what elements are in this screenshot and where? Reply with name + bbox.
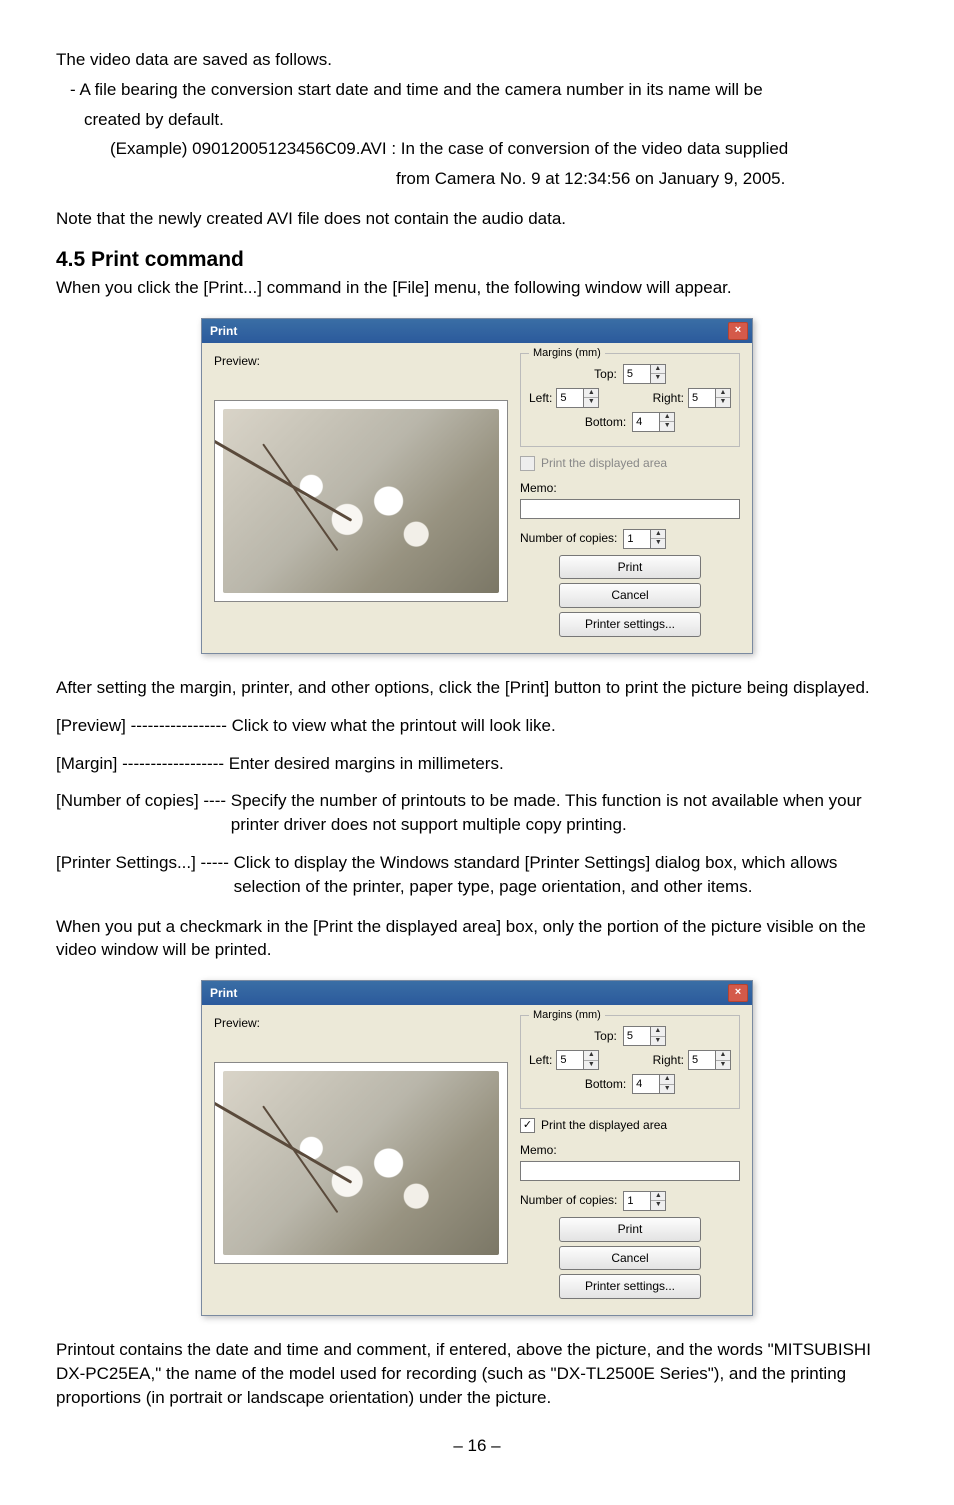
- memo-input[interactable]: [520, 499, 740, 519]
- memo-input[interactable]: [520, 1161, 740, 1181]
- top-spinner[interactable]: ▲▼: [651, 1026, 666, 1046]
- def-copies-body: Specify the number of printouts to be ma…: [231, 789, 898, 837]
- right-input[interactable]: [688, 1050, 716, 1070]
- copies-spinner[interactable]: ▲▼: [651, 1191, 666, 1211]
- intro-line-6: Note that the newly created AVI file doe…: [56, 207, 898, 231]
- memo-label: Memo:: [520, 480, 740, 497]
- preview-label: Preview:: [214, 353, 506, 370]
- def-preview-label: [Preview] -----------------: [56, 714, 232, 738]
- copies-label: Number of copies:: [520, 1192, 617, 1209]
- titlebar: Print ×: [202, 981, 752, 1005]
- copies-label: Number of copies:: [520, 530, 617, 547]
- copies-spinner[interactable]: ▲▼: [651, 529, 666, 549]
- def-psettings-label: [Printer Settings...] -----: [56, 851, 234, 899]
- intro-line-4: (Example) 09012005123456C09.AVI : In the…: [56, 137, 898, 161]
- print-area-checkbox[interactable]: ✓: [520, 1118, 535, 1133]
- intro-line-1: The video data are saved as follows.: [56, 48, 898, 72]
- cancel-button[interactable]: Cancel: [559, 583, 701, 608]
- printer-settings-button[interactable]: Printer settings...: [559, 612, 701, 637]
- cancel-button[interactable]: Cancel: [559, 1246, 701, 1271]
- left-input[interactable]: [556, 1050, 584, 1070]
- right-label: Right:: [653, 390, 684, 407]
- left-spinner[interactable]: ▲▼: [584, 388, 599, 408]
- intro-line-2: - A file bearing the conversion start da…: [56, 78, 898, 102]
- bottom-input[interactable]: [632, 1074, 660, 1094]
- left-label: Left:: [529, 390, 552, 407]
- bottom-input[interactable]: [632, 412, 660, 432]
- check-para: When you put a checkmark in the [Print t…: [56, 915, 898, 963]
- margins-legend: Margins (mm): [529, 346, 605, 361]
- print-dialog-checked: Print × Preview: Margins (mm) Top: ▲▼: [201, 980, 753, 1316]
- top-input[interactable]: [623, 364, 651, 384]
- dialog-title: Print: [210, 323, 237, 340]
- copies-input[interactable]: [623, 529, 651, 549]
- def-psettings-body: Click to display the Windows standard [P…: [234, 851, 898, 899]
- top-label: Top:: [594, 1028, 617, 1045]
- def-margin-label: [Margin] ------------------: [56, 752, 229, 776]
- close-icon[interactable]: ×: [728, 984, 748, 1002]
- section-heading: 4.5 Print command: [56, 245, 898, 274]
- right-input[interactable]: [688, 388, 716, 408]
- intro-line-3: created by default.: [56, 108, 898, 132]
- right-spinner[interactable]: ▲▼: [716, 388, 731, 408]
- bottom-spinner[interactable]: ▲▼: [660, 412, 675, 432]
- left-spinner[interactable]: ▲▼: [584, 1050, 599, 1070]
- section-lead: When you click the [Print...] command in…: [56, 276, 898, 300]
- printer-settings-button[interactable]: Printer settings...: [559, 1274, 701, 1299]
- top-label: Top:: [594, 366, 617, 383]
- def-copies-label: [Number of copies] ----: [56, 789, 231, 837]
- margins-legend: Margins (mm): [529, 1008, 605, 1023]
- bottom-label: Bottom:: [585, 414, 626, 431]
- memo-label: Memo:: [520, 1142, 740, 1159]
- print-area-label: Print the displayed area: [541, 455, 667, 472]
- dialog-title: Print: [210, 985, 237, 1002]
- def-preview-body: Click to view what the printout will loo…: [232, 714, 898, 738]
- intro-line-5: from Camera No. 9 at 12:34:56 on January…: [56, 167, 898, 191]
- outro-para: Printout contains the date and time and …: [56, 1338, 898, 1409]
- margins-group: Margins (mm) Top: ▲▼ Left: ▲▼ Right: ▲▼: [520, 1015, 740, 1109]
- def-margin-body: Enter desired margins in millimeters.: [229, 752, 898, 776]
- after-dialog-para: After setting the margin, printer, and o…: [56, 676, 898, 700]
- bottom-label: Bottom:: [585, 1076, 626, 1093]
- print-dialog: Print × Preview: Margins (mm) Top: ▲▼: [201, 318, 753, 654]
- preview-area[interactable]: [214, 1062, 508, 1264]
- print-button[interactable]: Print: [559, 555, 701, 580]
- close-icon[interactable]: ×: [728, 322, 748, 340]
- page-number: – 16 –: [56, 1434, 898, 1458]
- print-area-label: Print the displayed area: [541, 1117, 667, 1134]
- titlebar: Print ×: [202, 319, 752, 343]
- bottom-spinner[interactable]: ▲▼: [660, 1074, 675, 1094]
- copies-input[interactable]: [623, 1191, 651, 1211]
- left-label: Left:: [529, 1052, 552, 1069]
- print-area-checkbox: [520, 456, 535, 471]
- margins-group: Margins (mm) Top: ▲▼ Left: ▲▼ Right: ▲▼: [520, 353, 740, 447]
- preview-label: Preview:: [214, 1015, 506, 1032]
- preview-area[interactable]: [214, 400, 508, 602]
- top-input[interactable]: [623, 1026, 651, 1046]
- top-spinner[interactable]: ▲▼: [651, 364, 666, 384]
- left-input[interactable]: [556, 388, 584, 408]
- print-button[interactable]: Print: [559, 1217, 701, 1242]
- right-label: Right:: [653, 1052, 684, 1069]
- right-spinner[interactable]: ▲▼: [716, 1050, 731, 1070]
